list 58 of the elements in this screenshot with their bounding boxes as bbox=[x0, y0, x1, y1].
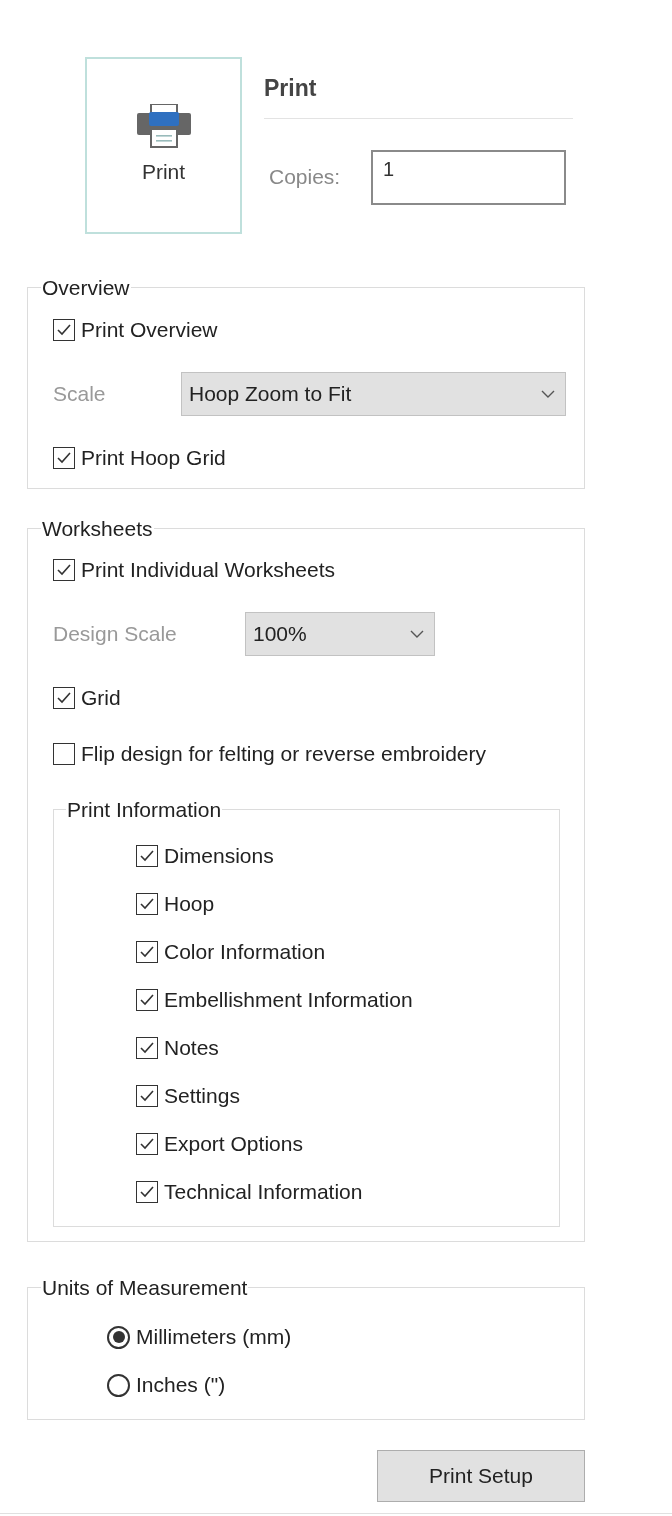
radio-button[interactable] bbox=[107, 1325, 130, 1349]
checkbox-label[interactable]: Print Overview bbox=[81, 313, 218, 346]
checkbox[interactable] bbox=[136, 988, 158, 1011]
checkmark-icon bbox=[56, 563, 72, 577]
checkbox[interactable] bbox=[136, 1180, 158, 1203]
radio-label[interactable]: Inches (") bbox=[136, 1369, 226, 1401]
copies-label: Copies: bbox=[269, 164, 342, 191]
group-title: Print Information bbox=[66, 797, 223, 823]
checkbox[interactable] bbox=[136, 892, 158, 915]
dropdown[interactable]: 100% bbox=[245, 612, 435, 656]
dropdown-label: Scale bbox=[53, 380, 107, 407]
checkbox-label[interactable]: Flip design for felting or reverse embroidery bbox=[81, 738, 486, 770]
copies-field[interactable]: 1 bbox=[371, 149, 566, 205]
group-title: Units of Measurement bbox=[41, 1274, 249, 1301]
checkmark-icon bbox=[139, 944, 155, 959]
checkbox-label[interactable]: Dimensions bbox=[164, 839, 274, 872]
checkbox[interactable] bbox=[53, 743, 75, 765]
chevron-down-icon bbox=[541, 389, 555, 398]
checkmark-icon bbox=[139, 1088, 155, 1103]
checkbox-label[interactable]: Grid bbox=[81, 682, 121, 714]
checkmark-icon bbox=[139, 1184, 155, 1199]
group-title: Worksheets bbox=[41, 515, 154, 542]
print-button[interactable]: Print bbox=[85, 57, 242, 234]
checkmark-icon bbox=[139, 1040, 155, 1055]
print-setup-button[interactable]: Print Setup bbox=[377, 1450, 585, 1502]
checkmark-icon bbox=[139, 1136, 155, 1151]
checkbox[interactable] bbox=[53, 318, 75, 341]
checkbox-label[interactable]: Hoop bbox=[164, 887, 215, 920]
checkmark-icon bbox=[139, 992, 155, 1007]
checkmark-icon bbox=[56, 322, 72, 337]
checkbox-label[interactable]: Technical Information bbox=[164, 1175, 363, 1208]
checkbox-label[interactable]: Color Information bbox=[164, 935, 326, 968]
checkbox[interactable] bbox=[53, 687, 75, 709]
checkbox-label[interactable]: Export Options bbox=[164, 1127, 303, 1160]
checkbox[interactable] bbox=[136, 844, 158, 867]
checkbox-label[interactable]: Settings bbox=[164, 1079, 240, 1112]
checkmark-icon bbox=[56, 691, 72, 705]
checkbox[interactable] bbox=[136, 1132, 158, 1155]
checkbox[interactable] bbox=[136, 1036, 158, 1059]
checkmark-icon bbox=[139, 848, 155, 863]
checkmark-icon bbox=[56, 450, 72, 465]
checkbox-label[interactable]: Print Individual Worksheets bbox=[81, 554, 336, 586]
chevron-down-icon bbox=[410, 630, 424, 638]
checkbox-label[interactable]: Embellishment Information bbox=[164, 983, 413, 1016]
dropdown-label: Design Scale bbox=[53, 621, 178, 648]
checkbox[interactable] bbox=[53, 559, 75, 581]
checkmark-icon bbox=[139, 896, 155, 911]
checkbox-label[interactable]: Print Hoop Grid bbox=[81, 441, 226, 474]
radio-button[interactable] bbox=[107, 1373, 130, 1397]
checkbox[interactable] bbox=[53, 446, 75, 469]
checkbox[interactable] bbox=[136, 1084, 158, 1107]
section-title: Print bbox=[264, 74, 318, 103]
group-title: Overview bbox=[41, 275, 131, 301]
dropdown[interactable]: Hoop Zoom to Fit bbox=[181, 371, 566, 416]
radio-label[interactable]: Millimeters (mm) bbox=[136, 1321, 292, 1353]
checkbox-label[interactable]: Notes bbox=[164, 1031, 219, 1064]
checkbox[interactable] bbox=[136, 940, 158, 963]
printer-icon bbox=[136, 103, 191, 148]
